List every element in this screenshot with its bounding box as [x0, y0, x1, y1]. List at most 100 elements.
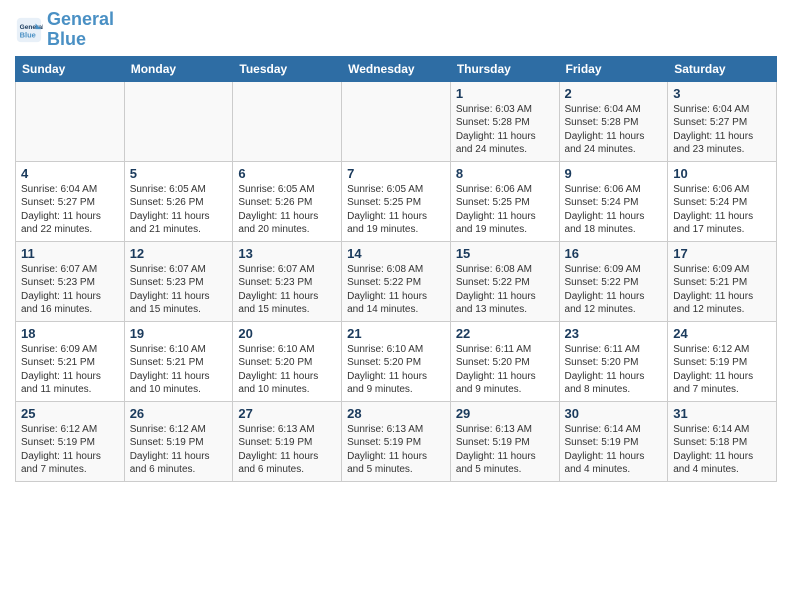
day-info: Sunrise: 6:06 AM Sunset: 5:24 PM Dayligh…: [565, 183, 663, 237]
day-info: Sunrise: 6:05 AM Sunset: 5:26 PM Dayligh…: [130, 183, 228, 237]
calendar-cell: 3Sunrise: 6:04 AM Sunset: 5:27 PM Daylig…: [668, 81, 777, 161]
day-number: 25: [21, 406, 119, 421]
header: General Blue GeneralBlue: [15, 10, 777, 50]
day-info: Sunrise: 6:12 AM Sunset: 5:19 PM Dayligh…: [21, 423, 119, 477]
day-number: 17: [673, 246, 771, 261]
day-of-week-header: Wednesday: [342, 56, 451, 81]
day-number: 28: [347, 406, 445, 421]
calendar-cell: 24 Sunrise: 6:12 AM Sunset: 5:19 PM Dayli…: [668, 321, 777, 401]
day-number: 29: [456, 406, 554, 421]
day-number: 3: [673, 86, 771, 101]
calendar-cell: 31Sunrise: 6:14 AM Sunset: 5:18 PM Dayli…: [668, 401, 777, 481]
day-info: Sunrise: 6:09 AM Sunset: 5:21 PM Dayligh…: [673, 263, 771, 317]
calendar-cell: 9 Sunrise: 6:06 AM Sunset: 5:24 PM Daylig…: [559, 161, 668, 241]
calendar-cell: 14 Sunrise: 6:08 AM Sunset: 5:22 PM Dayli…: [342, 241, 451, 321]
calendar-body: 1Sunrise: 6:03 AM Sunset: 5:28 PM Daylig…: [16, 81, 777, 481]
calendar-cell: 22 Sunrise: 6:11 AM Sunset: 5:20 PM Dayli…: [450, 321, 559, 401]
day-info: Sunrise: 6:11 AM Sunset: 5:20 PM Dayligh…: [565, 343, 663, 397]
day-number: 13: [238, 246, 336, 261]
day-of-week-header: Tuesday: [233, 56, 342, 81]
day-number: 16: [565, 246, 663, 261]
calendar-cell: [124, 81, 233, 161]
day-number: 30: [565, 406, 663, 421]
day-number: 20: [238, 326, 336, 341]
day-number: 19: [130, 326, 228, 341]
day-number: 6: [238, 166, 336, 181]
day-number: 22: [456, 326, 554, 341]
day-info: Sunrise: 6:12 AM Sunset: 5:19 PM Dayligh…: [673, 343, 771, 397]
calendar-cell: 1Sunrise: 6:03 AM Sunset: 5:28 PM Daylig…: [450, 81, 559, 161]
calendar-cell: 6 Sunrise: 6:05 AM Sunset: 5:26 PM Daylig…: [233, 161, 342, 241]
calendar-cell: 23 Sunrise: 6:11 AM Sunset: 5:20 PM Dayli…: [559, 321, 668, 401]
day-info: Sunrise: 6:04 AM Sunset: 5:27 PM Dayligh…: [21, 183, 119, 237]
day-info: Sunrise: 6:14 AM Sunset: 5:18 PM Dayligh…: [673, 423, 771, 477]
day-info: Sunrise: 6:04 AM Sunset: 5:28 PM Dayligh…: [565, 103, 663, 157]
calendar-cell: 15Sunrise: 6:08 AM Sunset: 5:22 PM Dayli…: [450, 241, 559, 321]
day-of-week-header: Saturday: [668, 56, 777, 81]
calendar-week-row: 18Sunrise: 6:09 AM Sunset: 5:21 PM Dayli…: [16, 321, 777, 401]
day-info: Sunrise: 6:13 AM Sunset: 5:19 PM Dayligh…: [456, 423, 554, 477]
calendar-cell: 2 Sunrise: 6:04 AM Sunset: 5:28 PM Daylig…: [559, 81, 668, 161]
calendar-week-row: 25 Sunrise: 6:12 AM Sunset: 5:19 PM Dayli…: [16, 401, 777, 481]
day-info: Sunrise: 6:14 AM Sunset: 5:19 PM Dayligh…: [565, 423, 663, 477]
day-number: 8: [456, 166, 554, 181]
calendar-cell: 5Sunrise: 6:05 AM Sunset: 5:26 PM Daylig…: [124, 161, 233, 241]
day-info: Sunrise: 6:13 AM Sunset: 5:19 PM Dayligh…: [238, 423, 336, 477]
day-of-week-header: Sunday: [16, 56, 125, 81]
day-info: Sunrise: 6:09 AM Sunset: 5:22 PM Dayligh…: [565, 263, 663, 317]
logo: General Blue GeneralBlue: [15, 10, 114, 50]
calendar-cell: 28 Sunrise: 6:13 AM Sunset: 5:19 PM Dayli…: [342, 401, 451, 481]
day-number: 23: [565, 326, 663, 341]
day-info: Sunrise: 6:07 AM Sunset: 5:23 PM Dayligh…: [21, 263, 119, 317]
calendar-cell: 30 Sunrise: 6:14 AM Sunset: 5:19 PM Dayli…: [559, 401, 668, 481]
day-info: Sunrise: 6:10 AM Sunset: 5:20 PM Dayligh…: [238, 343, 336, 397]
calendar-cell: 8Sunrise: 6:06 AM Sunset: 5:25 PM Daylig…: [450, 161, 559, 241]
logo-text: GeneralBlue: [47, 10, 114, 50]
day-of-week-header: Monday: [124, 56, 233, 81]
day-info: Sunrise: 6:08 AM Sunset: 5:22 PM Dayligh…: [347, 263, 445, 317]
day-number: 15: [456, 246, 554, 261]
calendar-cell: 12 Sunrise: 6:07 AM Sunset: 5:23 PM Dayli…: [124, 241, 233, 321]
calendar-cell: [16, 81, 125, 161]
calendar-cell: 7Sunrise: 6:05 AM Sunset: 5:25 PM Daylig…: [342, 161, 451, 241]
day-info: Sunrise: 6:03 AM Sunset: 5:28 PM Dayligh…: [456, 103, 554, 157]
day-number: 7: [347, 166, 445, 181]
calendar-cell: 17 Sunrise: 6:09 AM Sunset: 5:21 PM Dayli…: [668, 241, 777, 321]
calendar-cell: 13 Sunrise: 6:07 AM Sunset: 5:23 PM Dayli…: [233, 241, 342, 321]
day-info: Sunrise: 6:06 AM Sunset: 5:24 PM Dayligh…: [673, 183, 771, 237]
calendar-week-row: 11 Sunrise: 6:07 AM Sunset: 5:23 PM Dayli…: [16, 241, 777, 321]
calendar-cell: 27 Sunrise: 6:13 AM Sunset: 5:19 PM Dayli…: [233, 401, 342, 481]
day-number: 27: [238, 406, 336, 421]
day-info: Sunrise: 6:12 AM Sunset: 5:19 PM Dayligh…: [130, 423, 228, 477]
day-number: 24: [673, 326, 771, 341]
day-number: 9: [565, 166, 663, 181]
logo-icon: General Blue: [15, 16, 43, 44]
calendar-cell: [233, 81, 342, 161]
day-info: Sunrise: 6:07 AM Sunset: 5:23 PM Dayligh…: [130, 263, 228, 317]
day-info: Sunrise: 6:10 AM Sunset: 5:20 PM Dayligh…: [347, 343, 445, 397]
day-number: 10: [673, 166, 771, 181]
calendar-table: SundayMondayTuesdayWednesdayThursdayFrid…: [15, 56, 777, 482]
day-number: 4: [21, 166, 119, 181]
day-number: 14: [347, 246, 445, 261]
calendar-cell: 20 Sunrise: 6:10 AM Sunset: 5:20 PM Dayli…: [233, 321, 342, 401]
day-info: Sunrise: 6:13 AM Sunset: 5:19 PM Dayligh…: [347, 423, 445, 477]
day-info: Sunrise: 6:07 AM Sunset: 5:23 PM Dayligh…: [238, 263, 336, 317]
day-number: 12: [130, 246, 228, 261]
calendar-week-row: 1Sunrise: 6:03 AM Sunset: 5:28 PM Daylig…: [16, 81, 777, 161]
day-of-week-row: SundayMondayTuesdayWednesdayThursdayFrid…: [16, 56, 777, 81]
calendar-cell: [342, 81, 451, 161]
day-number: 18: [21, 326, 119, 341]
calendar-cell: 18Sunrise: 6:09 AM Sunset: 5:21 PM Dayli…: [16, 321, 125, 401]
day-info: Sunrise: 6:05 AM Sunset: 5:26 PM Dayligh…: [238, 183, 336, 237]
calendar-cell: 11 Sunrise: 6:07 AM Sunset: 5:23 PM Dayli…: [16, 241, 125, 321]
day-number: 2: [565, 86, 663, 101]
calendar-header: SundayMondayTuesdayWednesdayThursdayFrid…: [16, 56, 777, 81]
day-number: 11: [21, 246, 119, 261]
calendar-cell: 21 Sunrise: 6:10 AM Sunset: 5:20 PM Dayli…: [342, 321, 451, 401]
calendar-cell: 16 Sunrise: 6:09 AM Sunset: 5:22 PM Dayli…: [559, 241, 668, 321]
day-of-week-header: Friday: [559, 56, 668, 81]
day-info: Sunrise: 6:11 AM Sunset: 5:20 PM Dayligh…: [456, 343, 554, 397]
calendar-cell: 10 Sunrise: 6:06 AM Sunset: 5:24 PM Dayli…: [668, 161, 777, 241]
day-number: 21: [347, 326, 445, 341]
